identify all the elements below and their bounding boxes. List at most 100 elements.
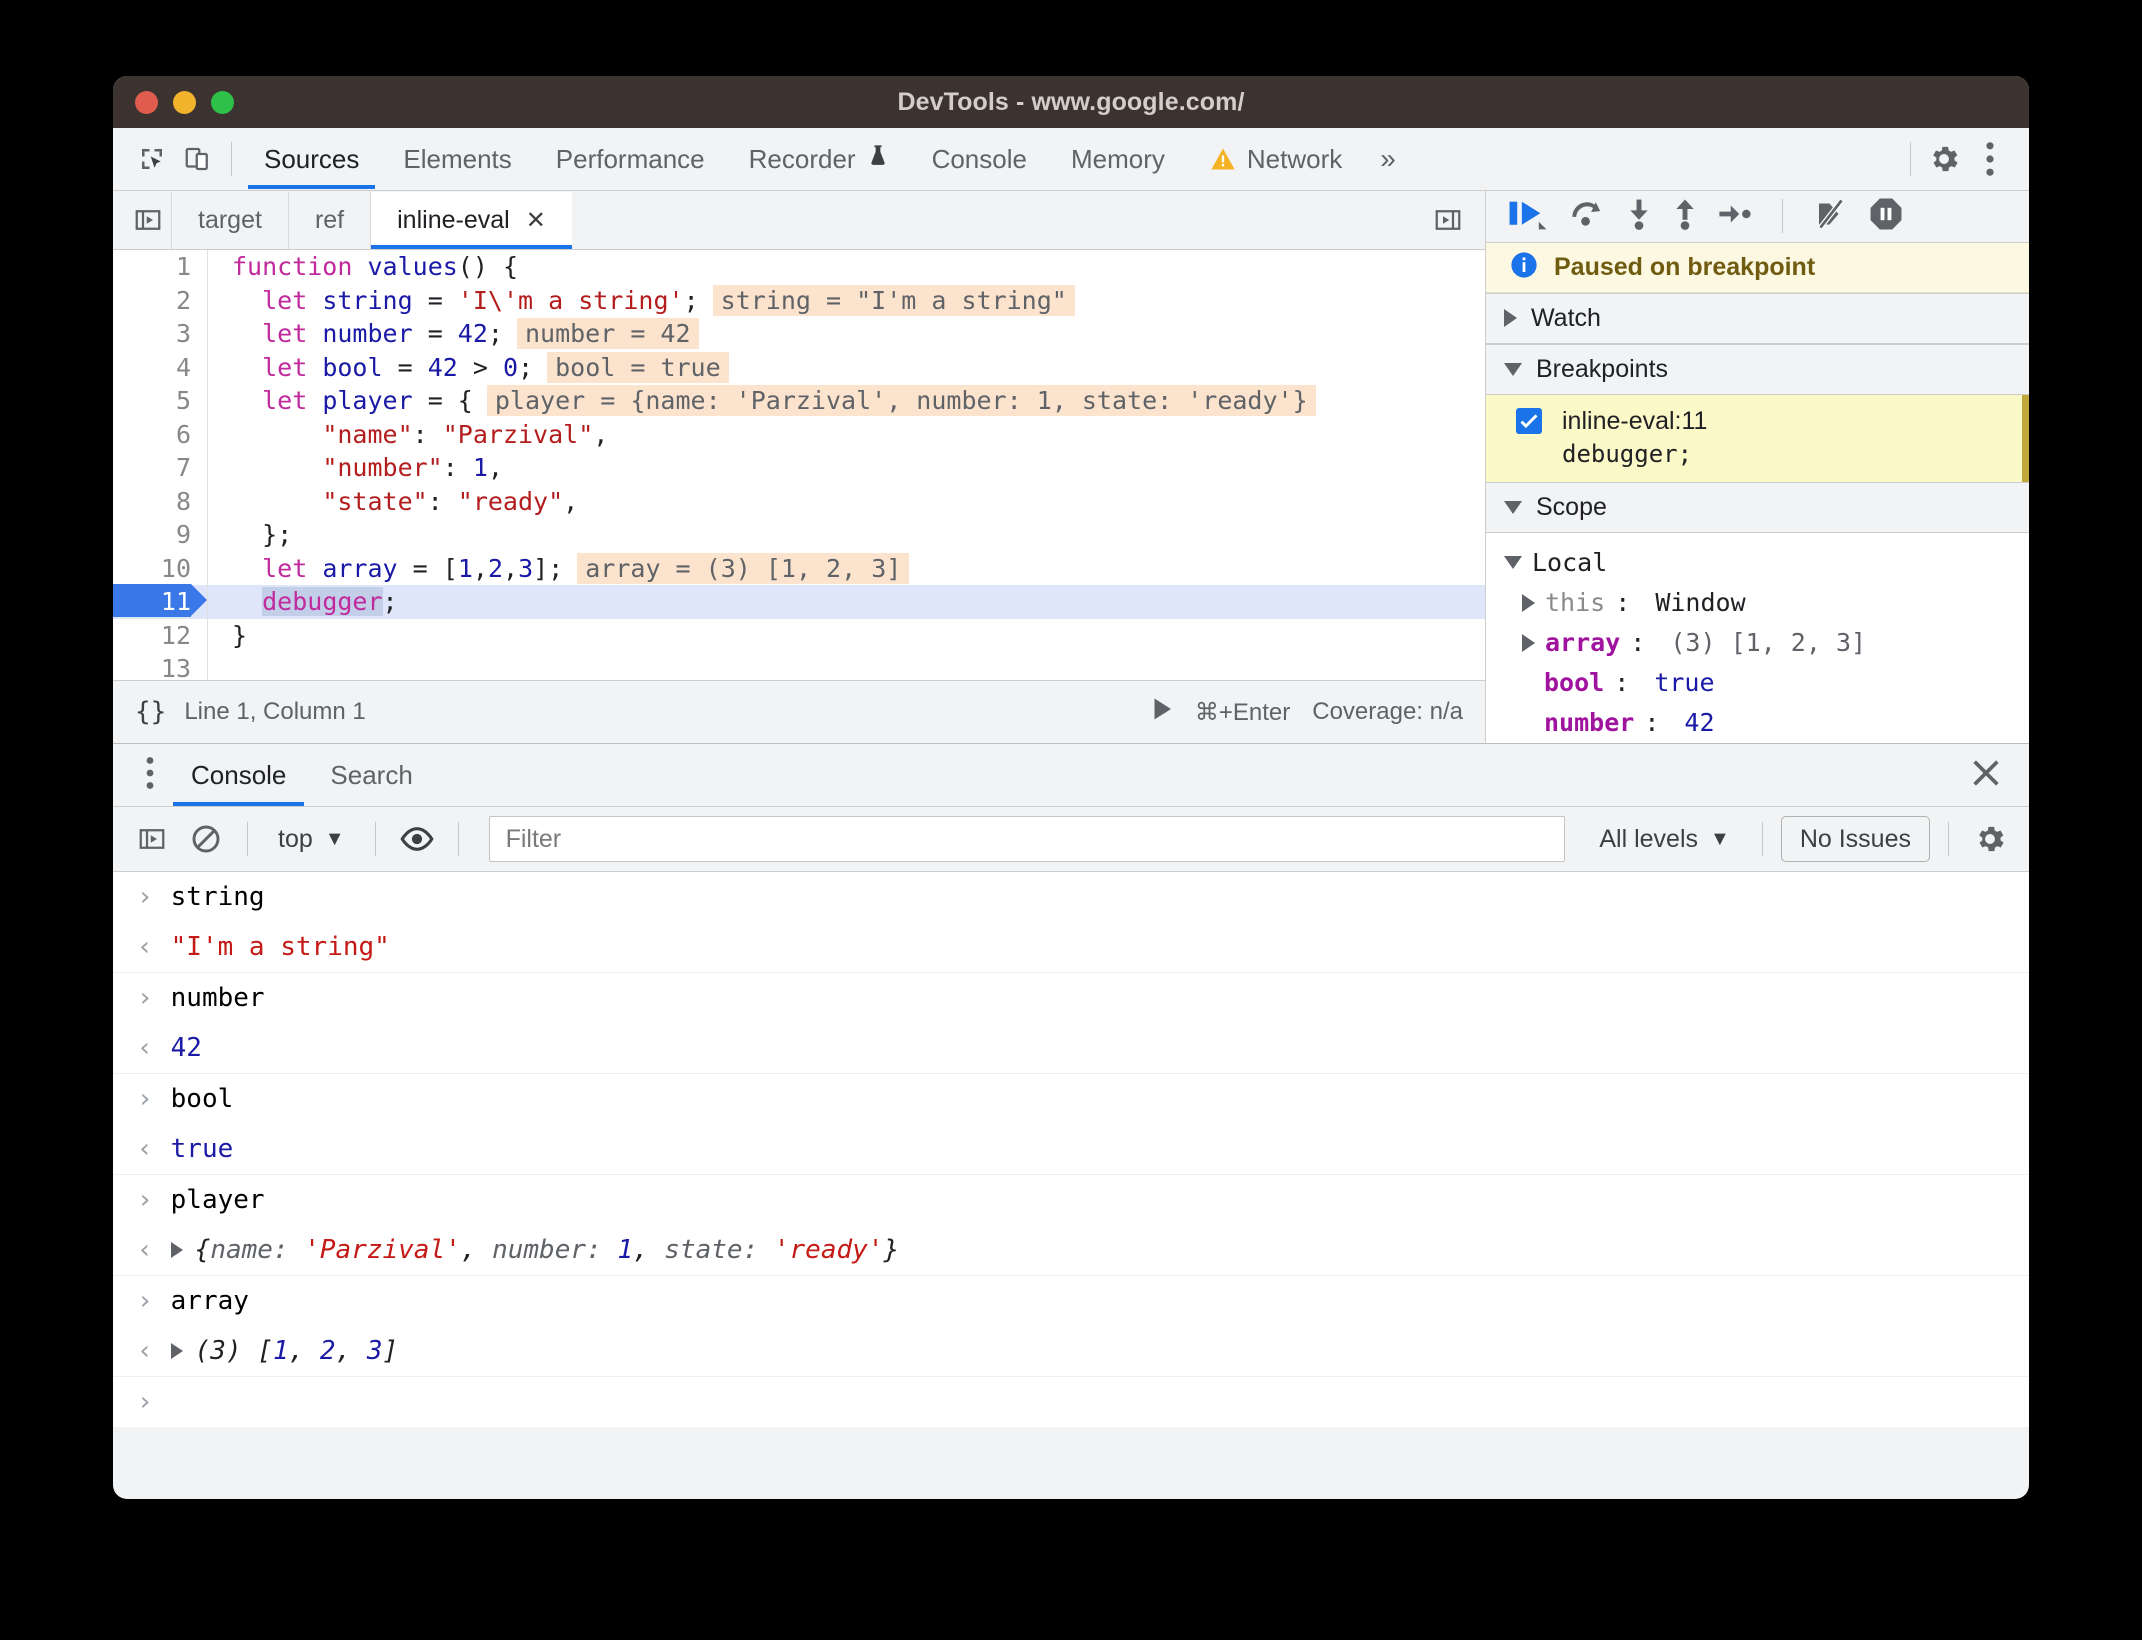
close-tab-icon[interactable]: ✕ <box>526 206 546 235</box>
step-out-icon[interactable] <box>1672 197 1698 236</box>
resume-script-icon[interactable] <box>1508 197 1548 236</box>
step-icon[interactable] <box>1718 197 1752 236</box>
breakpoint-checkbox[interactable] <box>1516 408 1542 435</box>
console-object-preview[interactable]: {name: 'Parzival', number: 1, state: 're… <box>170 1235 899 1265</box>
chevron-right-icon[interactable] <box>1522 633 1535 652</box>
scope-row[interactable]: number: 42 <box>1504 703 2029 743</box>
console-input-text: string <box>170 882 265 912</box>
console-toolbar: top ▼ Filter All levels ▼ No Issues <box>113 807 2029 872</box>
pause-on-exceptions-icon[interactable] <box>1869 197 1903 236</box>
console-result-text: "I'm a string" <box>170 932 390 962</box>
section-watch[interactable]: Watch <box>1486 292 2029 344</box>
chevron-down-icon: ▼ <box>1710 827 1730 850</box>
line-content: "name": "Parzival", <box>207 417 1485 451</box>
chevron-down-icon <box>1504 556 1522 570</box>
pretty-print-icon[interactable]: {} <box>135 697 166 727</box>
live-expression-eye-icon[interactable] <box>394 816 440 862</box>
console-prompt-row[interactable]: › <box>113 1377 2029 1427</box>
line-content: let array = [1, 2, 3]; array = (3) [1, 2, 3… <box>207 551 1485 585</box>
run-snippet-icon[interactable] <box>1151 697 1173 728</box>
code-line: 9 }; <box>113 518 1485 552</box>
deactivate-breakpoints-icon[interactable] <box>1813 197 1849 236</box>
output-arrow-icon: ‹ <box>137 932 153 962</box>
console-filter-input[interactable]: Filter <box>488 816 1566 862</box>
clear-console-icon[interactable] <box>183 816 229 862</box>
scope-prop-name: this <box>1545 588 1606 618</box>
show-debugger-sidebar-icon[interactable] <box>1425 197 1471 243</box>
step-over-icon[interactable] <box>1568 197 1606 236</box>
info-icon <box>1510 251 1538 284</box>
scope-row[interactable]: this: Window <box>1504 583 2029 623</box>
input-arrow-icon: › <box>137 983 153 1013</box>
drawer-menu-kebab-icon[interactable] <box>131 756 169 795</box>
execution-context-selector[interactable]: top ▼ <box>266 825 357 854</box>
console-result-row: ‹ {name: 'Parzival', number: 1, state: '… <box>113 1225 2029 1276</box>
toolbar-divider <box>1761 822 1763 856</box>
tab-memory[interactable]: Memory <box>1049 129 1187 189</box>
breakpoint-scrollbar[interactable] <box>2022 394 2029 482</box>
tab-sources[interactable]: Sources <box>242 129 381 189</box>
line-content: function values() { <box>207 250 1485 284</box>
toolbar-divider <box>1782 199 1783 234</box>
chevron-right-icon[interactable] <box>1522 593 1535 612</box>
tab-label: Elements <box>403 143 512 174</box>
file-tab-target[interactable]: target <box>171 191 288 249</box>
tab-recorder[interactable]: Recorder <box>727 129 910 189</box>
prompt-arrow-icon: › <box>137 1387 153 1417</box>
cursor-position: Line 1, Column 1 <box>184 698 366 725</box>
more-tabs-icon[interactable]: » <box>1364 143 1412 175</box>
console-settings-gear-icon[interactable] <box>1967 816 2013 862</box>
console-input-row: › player <box>113 1175 2029 1225</box>
line-number: 13 <box>160 654 191 680</box>
console-sidebar-icon[interactable] <box>129 816 175 862</box>
drawer-tab-label: Search <box>330 759 413 790</box>
scope-prop-value: Window <box>1655 588 1746 618</box>
drawer-tab-console[interactable]: Console <box>169 745 308 806</box>
tab-elements[interactable]: Elements <box>381 129 533 189</box>
code-line: 6 "name": "Parzival", <box>113 417 1485 451</box>
scope-row[interactable]: bool: true <box>1504 663 2029 703</box>
file-tab-inline-eval[interactable]: inline-eval ✕ <box>370 191 572 249</box>
console-array-preview[interactable]: (3) [1, 2, 3] <box>170 1336 398 1366</box>
file-tab-ref[interactable]: ref <box>287 191 370 249</box>
drawer-tab-bar: Console Search <box>113 744 2029 807</box>
console-input-row: › string <box>113 872 2029 922</box>
sources-panel: target ref inline-eval ✕ 1 function value… <box>113 191 2029 743</box>
close-drawer-icon[interactable] <box>1969 756 2029 795</box>
expand-array-icon[interactable] <box>170 1343 183 1359</box>
line-number-breakpoint[interactable]: 11 <box>113 584 207 618</box>
tab-network[interactable]: Network <box>1187 129 1364 189</box>
tab-performance[interactable]: Performance <box>534 129 727 189</box>
log-level-selector[interactable]: All levels ▼ <box>1585 825 1743 854</box>
device-toolbar-icon[interactable] <box>175 136 221 182</box>
breakpoint-item[interactable]: inline-eval:11 debugger; <box>1486 394 2029 482</box>
expand-object-icon[interactable] <box>170 1242 183 1258</box>
code-line: 2 let string = 'I\'m a string'; string = … <box>113 283 1485 317</box>
line-content: "number": 1, <box>207 451 1485 485</box>
section-breakpoints[interactable]: Breakpoints <box>1486 343 2029 395</box>
tab-console[interactable]: Console <box>910 129 1049 189</box>
section-scope[interactable]: Scope <box>1486 481 2029 533</box>
line-content: let number = 42; number = 42 <box>207 317 1485 351</box>
drawer-tab-search[interactable]: Search <box>308 745 434 806</box>
scope-group-local[interactable]: Local <box>1504 543 2029 583</box>
toolbar-divider <box>457 822 459 856</box>
scope-prop-value: (3) [1, 2, 3] <box>1670 628 1867 658</box>
show-navigator-icon[interactable] <box>125 197 171 243</box>
code-line: 4 let bool = 42 > 0; bool = true <box>113 350 1485 384</box>
console-input-row: › bool <box>113 1074 2029 1124</box>
code-editor[interactable]: 1 function values() { 2 let string = 'I\'… <box>113 250 1485 680</box>
console-input-row: › array <box>113 1276 2029 1326</box>
line-number: 12 <box>160 620 191 650</box>
inspect-element-icon[interactable] <box>129 136 175 182</box>
console-result-row: ‹ 42 <box>113 1023 2029 1074</box>
scope-row[interactable]: array: (3) [1, 2, 3] <box>1504 623 2029 663</box>
step-into-icon[interactable] <box>1626 197 1652 236</box>
editor-status-bar: {} Line 1, Column 1 ⌘+Enter Coverage: n/… <box>113 680 1485 743</box>
settings-gear-icon[interactable] <box>1921 136 1967 182</box>
input-arrow-icon: › <box>137 1084 153 1114</box>
breakpoint-snippet: debugger; <box>1562 439 1693 468</box>
tab-label: Recorder <box>748 143 856 174</box>
more-options-kebab-icon[interactable] <box>1967 136 2013 182</box>
issues-button[interactable]: No Issues <box>1780 816 1930 862</box>
